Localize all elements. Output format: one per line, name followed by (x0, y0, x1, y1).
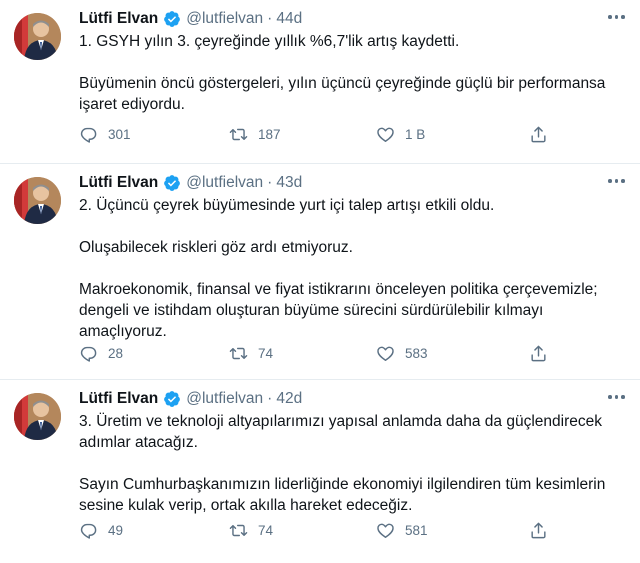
tweet-header: Lütfi Elvan @lutfielvan · 44d (79, 8, 302, 30)
tweet-paragraph: Büyümenin öncü göstergeleri, yılın üçünc… (79, 75, 606, 113)
retweet-count: 74 (258, 523, 274, 538)
share-button[interactable] (529, 344, 548, 363)
like-count: 581 (405, 523, 428, 538)
verified-badge-icon (163, 174, 181, 192)
retweet-button[interactable]: 74 (229, 521, 376, 540)
verified-badge-icon (163, 10, 181, 28)
like-count: 1 B (405, 127, 426, 142)
tweet-text: 3. Üretim ve teknoloji altyapılarımızı y… (79, 411, 634, 516)
like-button[interactable]: 581 (376, 521, 529, 540)
verified-badge-icon (163, 390, 181, 408)
author-handle[interactable]: @lutfielvan (186, 174, 263, 192)
tweet-paragraph: Oluşabilecek riskleri göz ardı etmiyoruz… (79, 239, 353, 256)
avatar[interactable] (14, 393, 61, 440)
separator: · (267, 10, 273, 27)
reply-button[interactable]: 49 (79, 521, 229, 540)
share-button[interactable] (529, 125, 548, 144)
more-options-icon[interactable] (608, 393, 628, 401)
heart-icon (376, 344, 395, 363)
share-button[interactable] (529, 521, 548, 540)
like-button[interactable]: 1 B (376, 125, 529, 144)
tweet[interactable]: Lütfi Elvan @lutfielvan · 43d 2. Üçüncü … (0, 164, 640, 380)
retweet-icon (229, 521, 248, 540)
tweet-text: 1. GSYH yılın 3. çeyreğinde yıllık %6,7'… (79, 31, 634, 115)
tweet-header: Lütfi Elvan @lutfielvan · 43d (79, 172, 302, 194)
heart-icon (376, 521, 395, 540)
reply-button[interactable]: 301 (79, 125, 229, 144)
like-button[interactable]: 583 (376, 344, 529, 363)
tweet-header: Lütfi Elvan @lutfielvan · 42d (79, 388, 302, 410)
retweet-count: 187 (258, 127, 281, 142)
author-name[interactable]: Lütfi Elvan (79, 10, 158, 28)
tweet-actions: 28 74 583 (79, 344, 552, 363)
reply-icon (79, 125, 98, 144)
author-name[interactable]: Lütfi Elvan (79, 390, 158, 408)
separator: · (267, 174, 273, 191)
timestamp[interactable]: 43d (276, 174, 302, 192)
reply-count: 28 (108, 346, 124, 361)
retweet-icon (229, 344, 248, 363)
reply-icon (79, 521, 98, 540)
reply-count: 49 (108, 523, 124, 538)
tweet-actions: 301 187 1 B (79, 125, 552, 144)
reply-button[interactable]: 28 (79, 344, 229, 363)
like-count: 583 (405, 346, 428, 361)
more-options-icon[interactable] (608, 177, 628, 185)
tweet-paragraph: 3. Üretim ve teknoloji altyapılarımızı y… (79, 413, 602, 451)
retweet-count: 74 (258, 346, 274, 361)
heart-icon (376, 125, 395, 144)
avatar[interactable] (14, 177, 61, 224)
share-icon (529, 125, 548, 144)
tweet[interactable]: Lütfi Elvan @lutfielvan · 42d 3. Üretim … (0, 380, 640, 563)
timestamp[interactable]: 44d (276, 10, 302, 28)
avatar[interactable] (14, 13, 61, 60)
tweet-text: 2. Üçüncü çeyrek büyümesinde yurt içi ta… (79, 195, 634, 342)
share-icon (529, 521, 548, 540)
retweet-button[interactable]: 187 (229, 125, 376, 144)
reply-icon (79, 344, 98, 363)
more-options-icon[interactable] (608, 13, 628, 21)
tweet-paragraph: Makroekonomik, finansal ve fiyat istikra… (79, 281, 598, 340)
timestamp[interactable]: 42d (276, 390, 302, 408)
author-name[interactable]: Lütfi Elvan (79, 174, 158, 192)
share-icon (529, 344, 548, 363)
retweet-icon (229, 125, 248, 144)
tweet-paragraph: 1. GSYH yılın 3. çeyreğinde yıllık %6,7'… (79, 33, 460, 50)
tweet-actions: 49 74 581 (79, 521, 552, 540)
tweet-paragraph: 2. Üçüncü çeyrek büyümesinde yurt içi ta… (79, 197, 495, 214)
author-handle[interactable]: @lutfielvan (186, 390, 263, 408)
tweet-paragraph: Sayın Cumhurbaşkanımızın liderliğinde ek… (79, 476, 606, 514)
tweet[interactable]: Lütfi Elvan @lutfielvan · 44d 1. GSYH yı… (0, 0, 640, 164)
retweet-button[interactable]: 74 (229, 344, 376, 363)
separator: · (267, 390, 273, 407)
reply-count: 301 (108, 127, 131, 142)
author-handle[interactable]: @lutfielvan (186, 10, 263, 28)
